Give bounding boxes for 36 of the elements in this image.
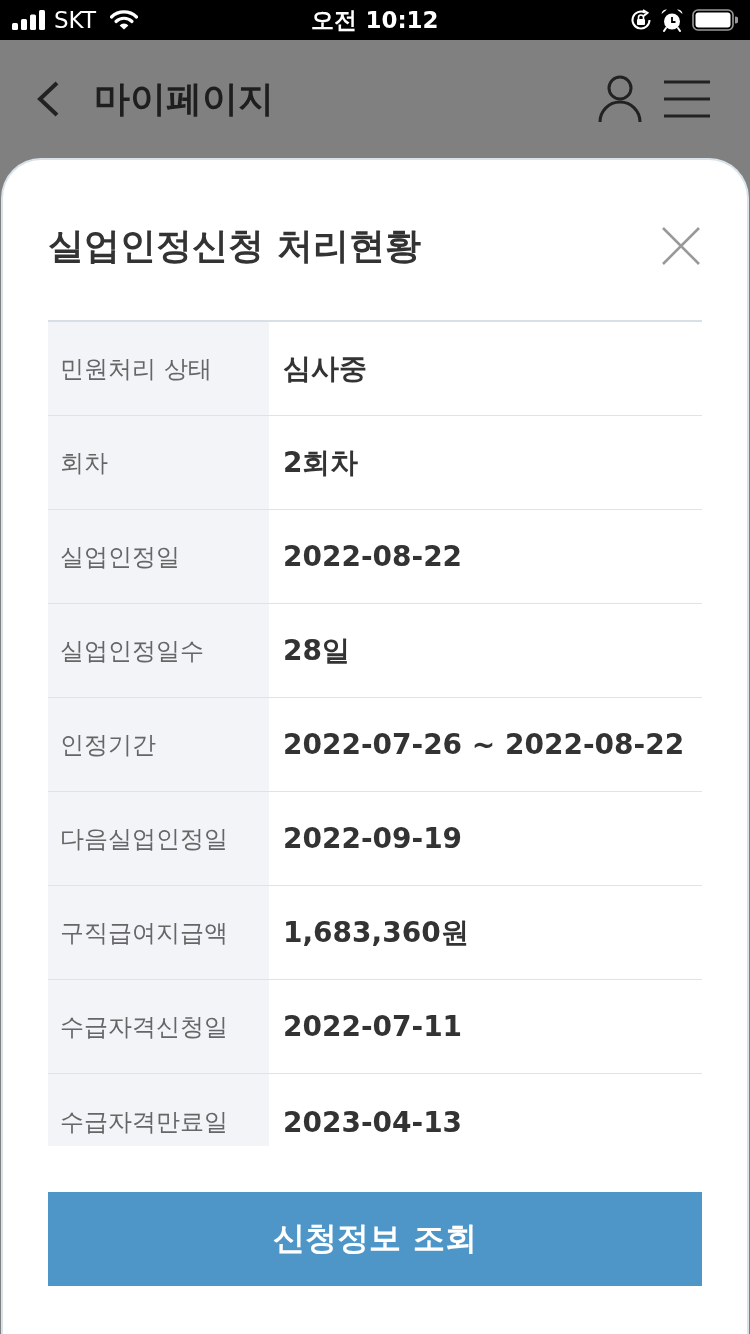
field-value: 2023-04-13 (283, 1106, 463, 1139)
profile-button[interactable] (598, 75, 642, 123)
field-value: 1,683,360원 (283, 914, 469, 951)
signal-icon (12, 10, 46, 30)
back-button[interactable] (36, 81, 60, 117)
field-label: 다음실업인정일 (48, 792, 269, 885)
field-label: 구직급여지급액 (48, 886, 269, 979)
field-label: 인정기간 (48, 698, 269, 791)
menu-button[interactable] (664, 80, 710, 118)
clock-time: 오전 10:12 (311, 5, 439, 35)
carrier-name: SKT (54, 7, 96, 33)
field-label: 실업인정일수 (48, 604, 269, 697)
alarm-clock-icon (660, 8, 684, 32)
field-label: 민원처리 상태 (48, 322, 269, 415)
menu-icon (664, 80, 710, 118)
field-value: 2022-07-11 (283, 1010, 463, 1043)
field-label: 회차 (48, 416, 269, 509)
field-value: 2022-08-22 (283, 540, 463, 573)
close-icon (662, 227, 700, 265)
field-label: 실업인정일 (48, 510, 269, 603)
field-value: 2022-07-26 ~ 2022-08-22 (283, 728, 685, 761)
back-chevron-icon (36, 81, 60, 117)
field-value: 심사중 (283, 350, 367, 387)
field-value: 2022-09-19 (283, 822, 463, 855)
field-value: 2회차 (283, 444, 359, 481)
field-label: 수급자격만료일 (48, 1074, 269, 1146)
field-value: 28일 (283, 632, 350, 669)
person-icon (598, 75, 642, 123)
rotation-lock-icon (630, 9, 652, 31)
battery-icon (692, 9, 738, 31)
field-label: 수급자격신청일 (48, 980, 269, 1073)
wifi-icon (109, 10, 138, 30)
close-button[interactable] (662, 227, 700, 265)
modal-title: 실업인정신청 처리현황 (48, 223, 421, 268)
page-title: 마이페이지 (94, 76, 275, 121)
application-info-button[interactable]: 신청정보 조회 (48, 1192, 702, 1286)
